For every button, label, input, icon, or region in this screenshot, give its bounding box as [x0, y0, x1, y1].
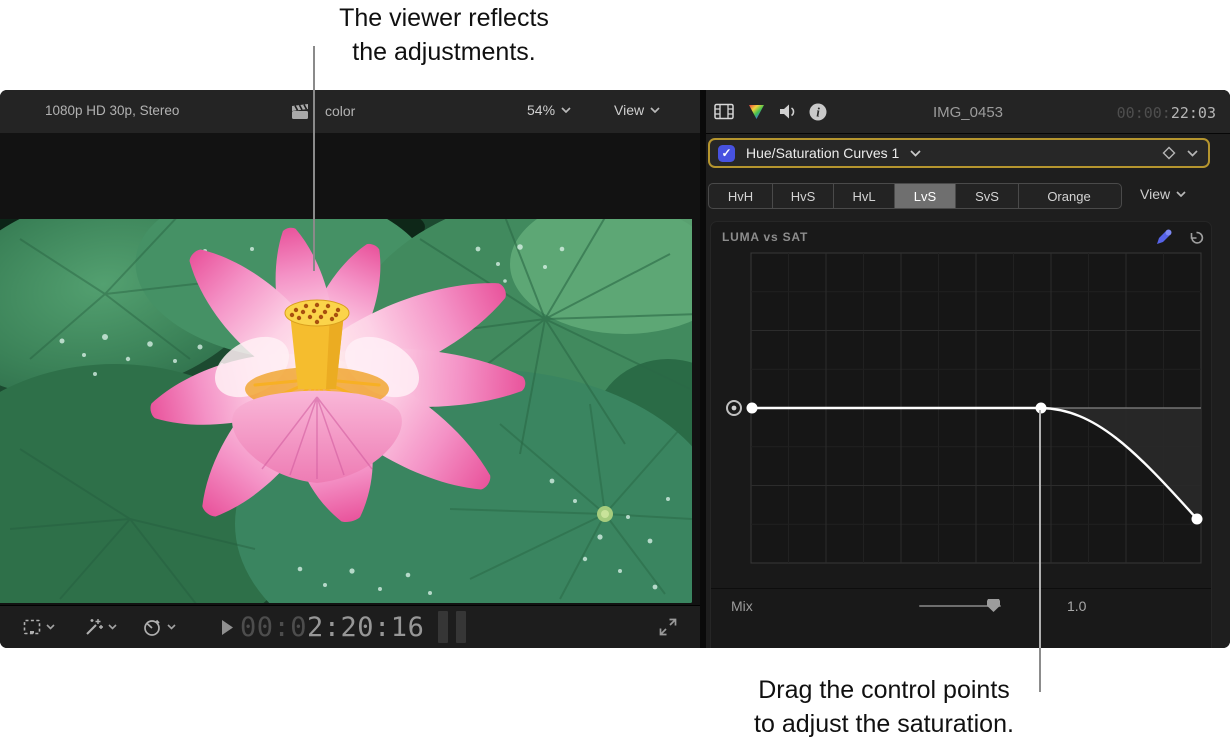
retime-menu[interactable] — [142, 617, 176, 637]
chevron-down-icon — [650, 107, 660, 113]
tab-hvh[interactable]: HvH — [709, 184, 773, 208]
chevron-down-icon — [167, 624, 176, 630]
chevron-down-icon — [1176, 191, 1186, 197]
control-point-mid[interactable] — [1036, 403, 1047, 414]
viewer-header: 1080p HD 30p, Stereo color 54% View — [0, 90, 700, 134]
chevron-down-icon — [561, 107, 571, 113]
curve-tab-group: HvH HvS HvL LvS SvS Orange — [708, 183, 1122, 209]
enhancements-menu[interactable] — [84, 617, 117, 637]
viewer-view-menu[interactable]: View — [614, 102, 660, 118]
range-selection-menu[interactable] — [22, 617, 55, 637]
timecode-dim: 00:00: — [1117, 104, 1171, 122]
inspector-view-menu[interactable]: View — [1140, 186, 1186, 202]
tab-hvl[interactable]: HvL — [834, 184, 895, 208]
viewer-toolbar: 00:02:20:16 — [0, 605, 700, 648]
annotation-top-line1: The viewer reflects — [244, 1, 644, 35]
effect-enabled-checkbox[interactable]: ✓ — [718, 145, 735, 162]
chevron-down-icon — [108, 624, 117, 630]
viewer-canvas[interactable] — [0, 133, 700, 605]
clapperboard-icon — [290, 103, 310, 120]
curve-panel: LUMA vs SAT — [710, 221, 1212, 648]
callout-line-bottom — [1039, 410, 1041, 648]
mix-label: Mix — [731, 598, 753, 614]
inspector-pane: i IMG_0453 00:00:22:03 ✓ Hue/Saturation … — [706, 90, 1230, 648]
eyedropper-icon[interactable] — [1155, 228, 1173, 246]
fcp-window: 1080p HD 30p, Stereo color 54% View — [0, 90, 1230, 648]
magic-wand-icon — [84, 617, 104, 637]
mix-slider-thumb[interactable] — [987, 599, 1000, 612]
viewer-view-label: View — [614, 102, 644, 118]
audio-meter — [456, 611, 466, 643]
tab-svs[interactable]: SvS — [956, 184, 1019, 208]
annotation-top-line2: the adjustments. — [244, 35, 644, 69]
timecode-dim: 00:0 — [240, 612, 307, 643]
viewer-format-info: 1080p HD 30p, Stereo — [45, 103, 179, 118]
control-point-start[interactable] — [747, 403, 758, 414]
chevron-down-icon[interactable] — [910, 150, 921, 157]
timecode-main: 2:20:16 — [307, 612, 424, 643]
viewer-zoom-menu[interactable]: 54% — [527, 102, 571, 118]
tab-hvs[interactable]: HvS — [773, 184, 834, 208]
effect-name: Hue/Saturation Curves 1 — [746, 145, 899, 161]
curve-title: LUMA vs SAT — [722, 230, 808, 244]
mix-value[interactable]: 1.0 — [1067, 598, 1086, 614]
page: The viewer reflects the adjustments. 108… — [0, 0, 1230, 754]
viewer-zoom-value: 54% — [527, 102, 555, 118]
annotation-bottom: Drag the control points to adjust the sa… — [684, 673, 1084, 741]
control-point-end[interactable] — [1192, 514, 1203, 525]
inspector-view-label: View — [1140, 186, 1170, 202]
viewer-video-frame — [0, 219, 692, 603]
audio-meter — [438, 611, 448, 643]
curve-editor-canvas[interactable] — [751, 253, 1201, 563]
retime-gauge-icon — [142, 617, 163, 637]
inspector-timecode: 00:00:22:03 — [1117, 104, 1216, 122]
viewer-timecode[interactable]: 00:02:20:16 — [240, 612, 424, 643]
fullscreen-icon[interactable] — [658, 617, 678, 637]
inspector-header: i IMG_0453 00:00:22:03 — [706, 90, 1230, 134]
effect-row[interactable]: ✓ Hue/Saturation Curves 1 — [708, 138, 1210, 168]
curve-origin-target-dot — [732, 406, 737, 411]
annotation-bottom-line1: Drag the control points — [684, 673, 1084, 707]
play-icon[interactable] — [222, 620, 234, 635]
timecode-main: 22:03 — [1171, 104, 1216, 122]
viewer-pane-label: color — [325, 103, 355, 119]
tab-lvs[interactable]: LvS — [895, 184, 956, 208]
annotation-bottom-line2: to adjust the saturation. — [684, 707, 1084, 741]
annotation-top: The viewer reflects the adjustments. — [244, 1, 644, 69]
mix-row: Mix 1.0 — [711, 589, 1211, 623]
chevron-down-icon — [46, 624, 55, 630]
callout-line-top — [313, 46, 315, 271]
range-selection-icon — [22, 617, 42, 637]
reset-undo-icon[interactable] — [1188, 230, 1204, 245]
tab-orange[interactable]: Orange — [1019, 184, 1119, 208]
keyframe-diamond-icon[interactable] — [1162, 146, 1176, 160]
chevron-down-icon[interactable] — [1187, 150, 1198, 157]
